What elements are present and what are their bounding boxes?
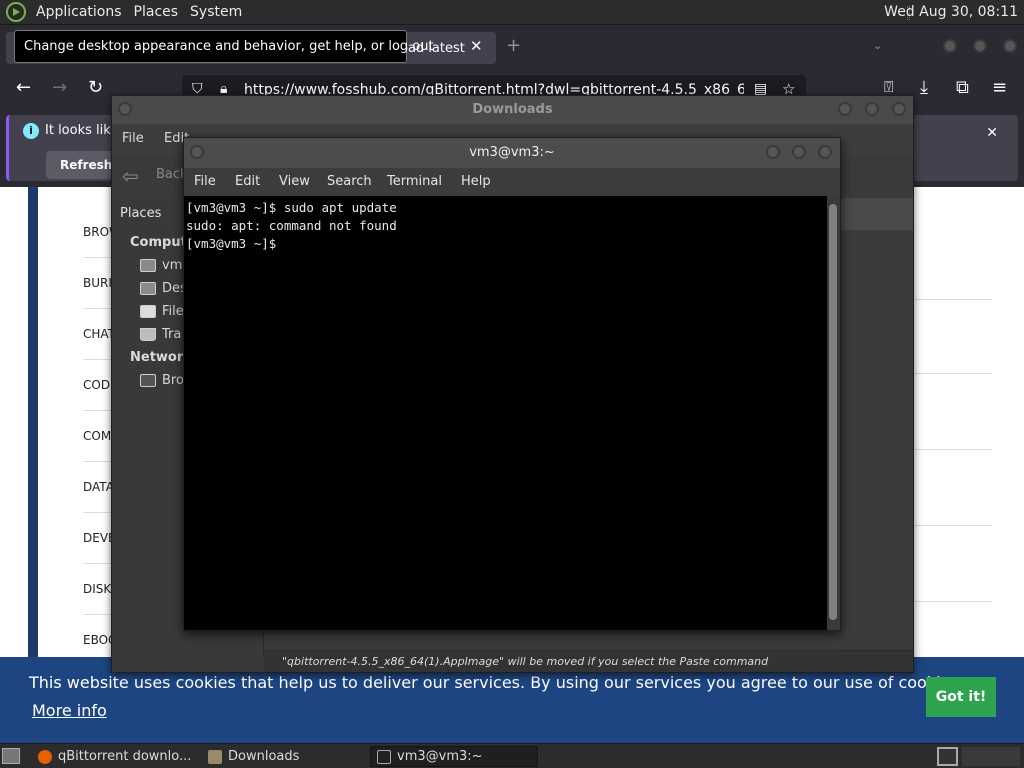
category-link[interactable]: BURI (83, 276, 112, 290)
bottom-taskbar: qBittorrent downlo... Downloads vm3@vm3:… (0, 743, 1024, 768)
divider (83, 512, 113, 513)
divider (83, 461, 113, 462)
divider (912, 601, 992, 602)
system-menu[interactable]: System (188, 4, 244, 20)
maximize-icon[interactable] (973, 39, 987, 53)
divider (912, 299, 992, 300)
pocket-icon[interactable]: ⍔ (884, 77, 894, 97)
home-folder-icon (140, 259, 156, 272)
cookie-text: This website uses cookies that help us t… (29, 673, 964, 692)
folder-icon (208, 749, 222, 764)
category-link[interactable]: COM (83, 429, 111, 443)
task-label: vm3@vm3:~ (397, 749, 483, 764)
divider (83, 359, 113, 360)
divider (83, 563, 113, 564)
sidebar-item-desktop[interactable]: Des (140, 281, 187, 296)
downloads-title: Downloads (472, 102, 553, 117)
minimize-icon[interactable] (943, 39, 957, 53)
close-icon[interactable] (892, 102, 906, 116)
clock[interactable]: Wed Aug 30, 08:11 (884, 4, 1018, 20)
page-sidebar-accent (28, 187, 38, 657)
category-link[interactable]: COD (83, 378, 110, 392)
terminal-menu[interactable]: Terminal (387, 174, 442, 189)
file-menu[interactable]: File (122, 131, 144, 146)
category-link[interactable]: DISK (83, 582, 111, 596)
places-menu[interactable]: Places (132, 4, 181, 20)
divider (83, 257, 113, 258)
sidebar-item-label: Bro (162, 373, 184, 388)
tab-close-icon[interactable]: ✕ (470, 37, 483, 55)
terminal-line: sudo: apt: command not found (186, 218, 397, 233)
minimize-icon[interactable] (838, 102, 852, 116)
file-menu[interactable]: File (194, 174, 216, 189)
scrollbar-thumb[interactable] (829, 204, 837, 620)
workspace-1-icon[interactable] (937, 747, 958, 766)
trash-icon (140, 328, 156, 341)
task-terminal[interactable]: vm3@vm3:~ (370, 746, 538, 767)
sidebar-item-label: Tra (162, 327, 182, 342)
close-icon[interactable] (1003, 39, 1017, 53)
back-arrow-icon[interactable]: ⇦ (122, 164, 139, 188)
distro-logo-icon[interactable] (6, 2, 26, 22)
downloads-titlebar[interactable]: Downloads (112, 96, 913, 124)
back-arrow-icon[interactable]: ← (16, 77, 31, 98)
workspace-switcher[interactable] (962, 747, 1020, 766)
divider (912, 525, 992, 526)
top-panel: Applications Places System Wed Aug 30, 0… (0, 0, 1024, 25)
filesystem-icon (140, 305, 156, 318)
terminal-title: vm3@vm3:~ (469, 145, 555, 160)
terminal-prompt-line: [vm3@vm3 ~]$ (186, 236, 284, 251)
edit-menu[interactable]: Edit (235, 174, 260, 189)
view-menu[interactable]: View (279, 174, 310, 189)
terminal-line: [vm3@vm3 ~]$ sudo apt update (186, 200, 397, 215)
applications-menu[interactable]: Applications (34, 4, 124, 20)
terminal-window: vm3@vm3:~ File Edit View Search Terminal… (183, 137, 841, 631)
got-it-button[interactable]: Got it! (926, 677, 996, 717)
maximize-icon[interactable] (865, 102, 879, 116)
maximize-icon[interactable] (792, 145, 806, 159)
more-info-link[interactable]: More info (32, 701, 107, 720)
hamburger-menu-icon[interactable]: ≡ (992, 77, 1007, 98)
status-text: "qbittorrent-4.5.5_x86_64(1).AppImage" w… (282, 655, 769, 668)
info-icon: i (23, 123, 39, 139)
search-menu[interactable]: Search (327, 174, 372, 189)
minimize-icon[interactable] (766, 145, 780, 159)
help-menu[interactable]: Help (461, 174, 491, 189)
download-icon[interactable]: ⤓ (920, 77, 928, 98)
terminal-titlebar[interactable]: vm3@vm3:~ (184, 138, 840, 168)
sidebar-item-filesystem[interactable]: File (140, 304, 184, 319)
status-bar: "qbittorrent-4.5.5_x86_64(1).AppImage" w… (264, 650, 913, 672)
notification-text: It looks like (45, 123, 119, 138)
task-label: Downloads (228, 749, 300, 764)
notification-close-icon[interactable]: ✕ (986, 125, 998, 141)
sidebar-item-label: File (162, 304, 184, 319)
task-label: qBittorrent downlo... (58, 749, 192, 764)
terminal-menubar: File Edit View Search Terminal Help (184, 168, 840, 196)
divider (83, 410, 113, 411)
close-icon[interactable] (818, 145, 832, 159)
terminal-output[interactable]: [vm3@vm3 ~]$ sudo apt update sudo: apt: c… (184, 196, 827, 630)
sidebar-item-trash[interactable]: Tra (140, 327, 181, 342)
task-downloads[interactable]: Downloads (202, 746, 367, 767)
sidebar-item-browse-network[interactable]: Bro (140, 373, 184, 388)
divider (912, 449, 992, 450)
divider (912, 373, 992, 374)
tab-list-chevron-icon[interactable]: ⌄ (873, 39, 882, 52)
category-link[interactable]: DATA (83, 480, 114, 494)
sidebar-header[interactable]: Places (120, 206, 161, 221)
divider (83, 614, 113, 615)
network-icon (140, 374, 156, 387)
forward-arrow-icon[interactable]: → (52, 77, 67, 98)
show-desktop-icon[interactable] (2, 748, 20, 764)
terminal-scrollbar[interactable] (827, 196, 840, 630)
reload-icon[interactable]: ↻ (88, 77, 103, 98)
extensions-icon[interactable]: ⧉ (956, 77, 969, 98)
divider (83, 308, 113, 309)
firefox-icon (38, 749, 52, 764)
task-firefox[interactable]: qBittorrent downlo... (32, 746, 202, 767)
terminal-icon (377, 749, 391, 764)
desktop-folder-icon (140, 282, 156, 295)
system-menu-tooltip: Change desktop appearance and behavior, … (14, 30, 434, 63)
new-tab-icon[interactable]: + (506, 35, 521, 56)
